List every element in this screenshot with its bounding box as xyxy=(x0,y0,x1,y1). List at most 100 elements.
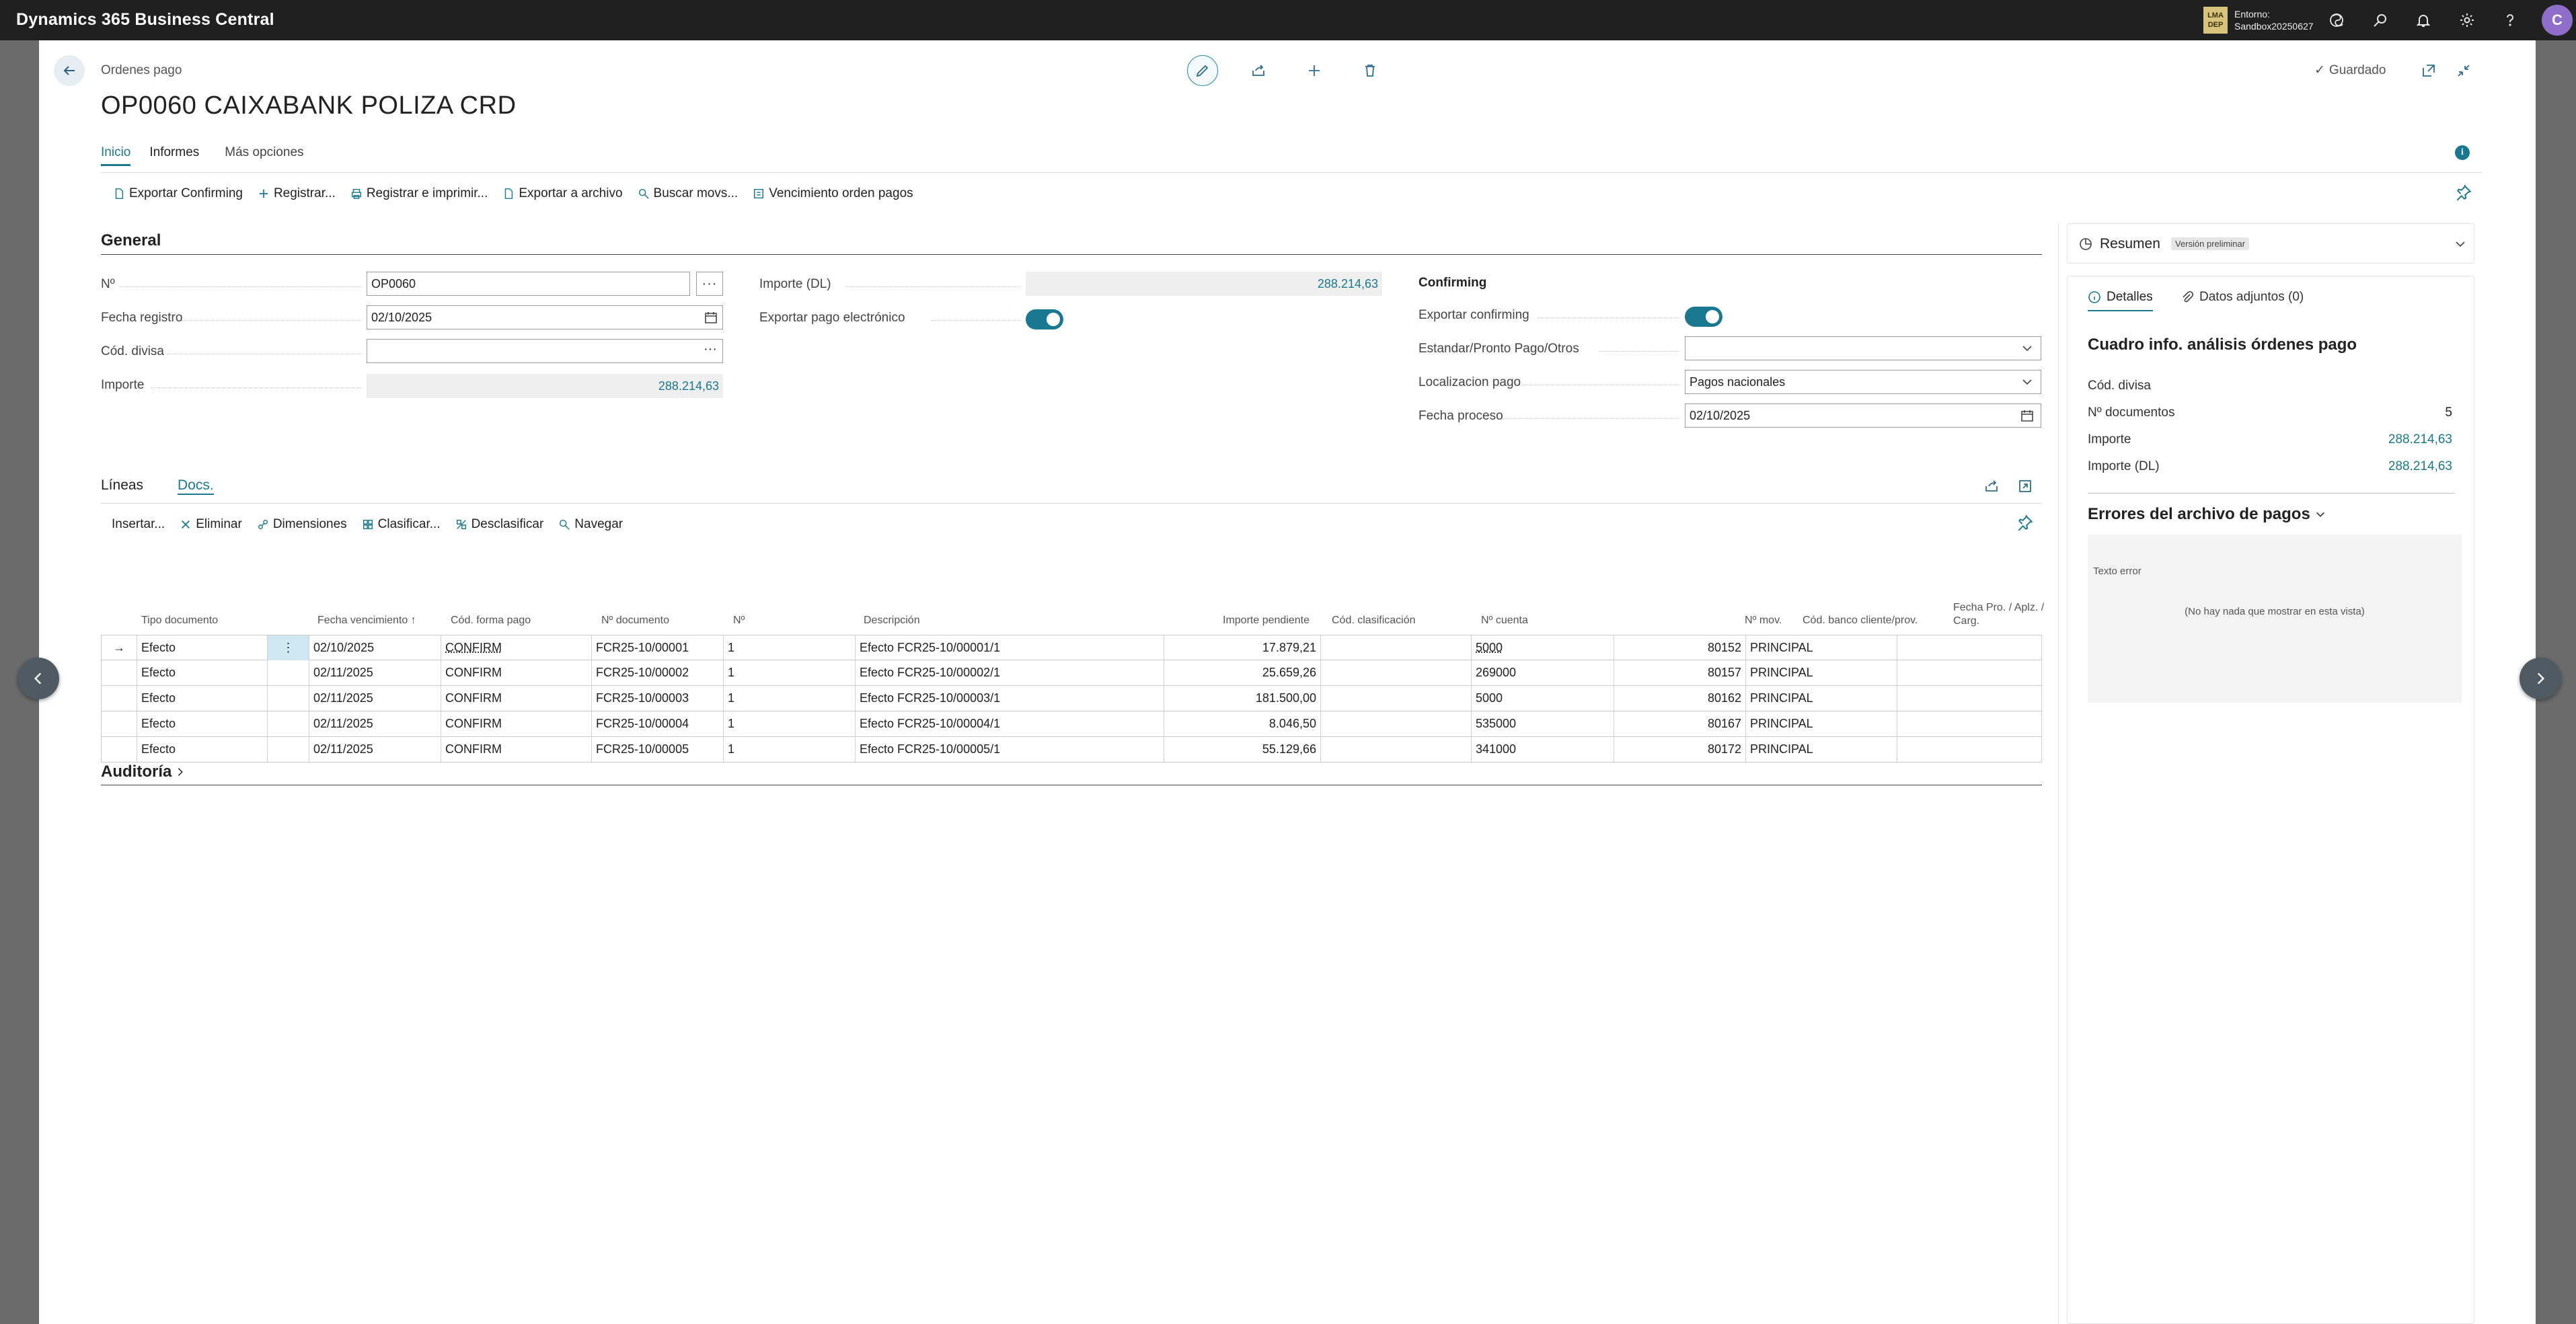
section-auditoria[interactable]: Auditoría xyxy=(101,763,186,781)
cell-desc[interactable]: Efecto FCR25-10/00005/1 xyxy=(856,737,1164,762)
cell-ndoc[interactable]: FCR25-10/00004 xyxy=(592,711,724,736)
importe-value[interactable]: 288.214,63 xyxy=(367,374,723,398)
registrar-imprimir-button[interactable]: Registrar e imprimir... xyxy=(350,186,488,201)
dimensiones-button[interactable]: Dimensiones xyxy=(257,517,347,532)
col-descripcion[interactable]: Descripción xyxy=(864,615,920,627)
cell-importe[interactable]: 181.500,00 xyxy=(1164,686,1321,711)
next-record-button[interactable] xyxy=(2520,658,2561,699)
tab-detalles[interactable]: Detalles xyxy=(2088,290,2153,311)
no-field[interactable]: OP0060 xyxy=(367,272,690,296)
cell-clasif[interactable] xyxy=(1321,635,1472,660)
cell-ndoc[interactable]: FCR25-10/00003 xyxy=(592,686,724,711)
row-menu-icon[interactable] xyxy=(268,711,309,736)
table-row[interactable]: Efecto 02/11/2025 CONFIRM FCR25-10/00005 1 Ef… xyxy=(101,737,2042,763)
cell-mov[interactable]: 80152 xyxy=(1614,635,1746,660)
share-icon[interactable] xyxy=(1243,55,1274,86)
cell-importe[interactable]: 55.129,66 xyxy=(1164,737,1321,762)
cell-clasif[interactable] xyxy=(1321,660,1472,685)
cell-tipo[interactable]: Efecto xyxy=(137,686,268,711)
collapse-icon[interactable] xyxy=(2448,55,2479,86)
cell-fecha_pro[interactable] xyxy=(1897,660,2042,685)
previous-record-button[interactable] xyxy=(17,658,59,699)
col-fecha-vencimiento[interactable]: Fecha vencimiento ↑ xyxy=(317,615,416,627)
row-menu-icon[interactable] xyxy=(268,737,309,762)
fb-importe-value[interactable]: 288.214,63 xyxy=(2388,432,2452,447)
cell-forma[interactable]: CONFIRM xyxy=(441,686,592,711)
tab-informes[interactable]: Informes xyxy=(149,145,199,166)
vencimiento-button[interactable]: Vencimiento orden pagos xyxy=(753,186,913,201)
cell-banco[interactable]: PRINCIPAL xyxy=(1746,711,1897,736)
col-cod-forma-pago[interactable]: Cód. forma pago xyxy=(451,615,531,627)
cell-desc[interactable]: Efecto FCR25-10/00004/1 xyxy=(856,711,1164,736)
cell-cuenta[interactable]: 535000 xyxy=(1472,711,1614,736)
cell-cuenta[interactable]: 5000 xyxy=(1472,635,1614,660)
cell-importe[interactable]: 8.046,50 xyxy=(1164,711,1321,736)
share-icon[interactable] xyxy=(1976,471,2007,502)
row-selector[interactable] xyxy=(102,737,137,762)
resumen-header[interactable]: Resumen Versión preliminar xyxy=(2067,223,2474,264)
fecha-registro-field[interactable]: 02/10/2025 xyxy=(367,305,723,329)
estandar-select[interactable] xyxy=(1685,336,2041,360)
registrar-button[interactable]: Registrar... xyxy=(258,186,336,201)
col-importe-pendiente[interactable]: Importe pendiente xyxy=(1223,615,1310,627)
exportar-archivo-button[interactable]: Exportar a archivo xyxy=(502,186,623,201)
section-general-title[interactable]: General xyxy=(101,231,161,250)
edit-icon[interactable] xyxy=(1187,55,1218,86)
search-icon[interactable] xyxy=(2368,8,2392,32)
cell-fecha[interactable]: 02/10/2025 xyxy=(309,635,441,660)
fecha-proceso-field[interactable]: 02/10/2025 xyxy=(1685,403,2041,428)
insertar-button[interactable]: Insertar... xyxy=(112,517,165,532)
fb-n-docs-value[interactable]: 5 xyxy=(2445,405,2452,420)
cell-tipo[interactable]: Efecto xyxy=(137,711,268,736)
cell-ndoc[interactable]: FCR25-10/00005 xyxy=(592,737,724,762)
cell-mov[interactable]: 80167 xyxy=(1614,711,1746,736)
cell-fecha[interactable]: 02/11/2025 xyxy=(309,711,441,736)
buscar-movs-button[interactable]: Buscar movs... xyxy=(638,186,738,201)
cell-fecha_pro[interactable] xyxy=(1897,711,2042,736)
no-lookup-button[interactable]: ··· xyxy=(696,272,723,296)
cell-forma[interactable]: CONFIRM xyxy=(441,660,592,685)
environment-indicator[interactable]: LMA DEP Entorno: Sandbox20250627 xyxy=(2203,7,2314,34)
col-no[interactable]: Nº xyxy=(733,615,745,627)
cell-no[interactable]: 1 xyxy=(724,660,856,685)
navegar-button[interactable]: Navegar xyxy=(558,517,623,532)
row-menu-icon[interactable] xyxy=(268,660,309,685)
delete-icon[interactable] xyxy=(1355,55,1386,86)
cell-importe[interactable]: 17.879,21 xyxy=(1164,635,1321,660)
table-row[interactable]: Efecto 02/11/2025 CONFIRM FCR25-10/00002 1 Ef… xyxy=(101,660,2042,686)
cell-desc[interactable]: Efecto FCR25-10/00001/1 xyxy=(856,635,1164,660)
tab-lineas[interactable]: Líneas xyxy=(101,477,143,494)
pin-icon[interactable] xyxy=(2016,514,2034,532)
cell-fecha_pro[interactable] xyxy=(1897,635,2042,660)
errores-title[interactable]: Errores del archivo de pagos xyxy=(2088,505,2326,524)
col-n-mov[interactable]: Nº mov. xyxy=(1745,615,1782,627)
gear-icon[interactable] xyxy=(2455,8,2479,32)
cell-mov[interactable]: 80157 xyxy=(1614,660,1746,685)
cell-cuenta[interactable]: 341000 xyxy=(1472,737,1614,762)
cell-mov[interactable]: 80162 xyxy=(1614,686,1746,711)
cell-banco[interactable]: PRINCIPAL xyxy=(1746,660,1897,685)
cell-cuenta[interactable]: 269000 xyxy=(1472,660,1614,685)
eliminar-button[interactable]: Eliminar xyxy=(180,517,242,532)
cell-no[interactable]: 1 xyxy=(724,711,856,736)
row-selector[interactable] xyxy=(102,686,137,711)
cell-desc[interactable]: Efecto FCR25-10/00003/1 xyxy=(856,686,1164,711)
add-icon[interactable] xyxy=(1299,55,1330,86)
calendar-icon[interactable] xyxy=(704,310,718,325)
cell-mov[interactable]: 80172 xyxy=(1614,737,1746,762)
expand-icon[interactable] xyxy=(2010,471,2041,502)
cell-tipo[interactable]: Efecto xyxy=(137,635,268,660)
col-cod-banco[interactable]: Cód. banco cliente/prov. xyxy=(1803,615,1918,627)
cell-desc[interactable]: Efecto FCR25-10/00002/1 xyxy=(856,660,1164,685)
cell-fecha[interactable]: 02/11/2025 xyxy=(309,737,441,762)
cell-ndoc[interactable]: FCR25-10/00002 xyxy=(592,660,724,685)
chevron-down-icon[interactable] xyxy=(2020,375,2035,389)
cell-importe[interactable]: 25.659,26 xyxy=(1164,660,1321,685)
cell-no[interactable]: 1 xyxy=(724,686,856,711)
row-selector[interactable] xyxy=(102,711,137,736)
user-avatar[interactable]: C xyxy=(2542,5,2573,36)
cell-ndoc[interactable]: FCR25-10/00001 xyxy=(592,635,724,660)
back-button[interactable] xyxy=(54,55,85,86)
col-tipo-documento[interactable]: Tipo documento xyxy=(141,615,218,627)
cell-tipo[interactable]: Efecto xyxy=(137,737,268,762)
